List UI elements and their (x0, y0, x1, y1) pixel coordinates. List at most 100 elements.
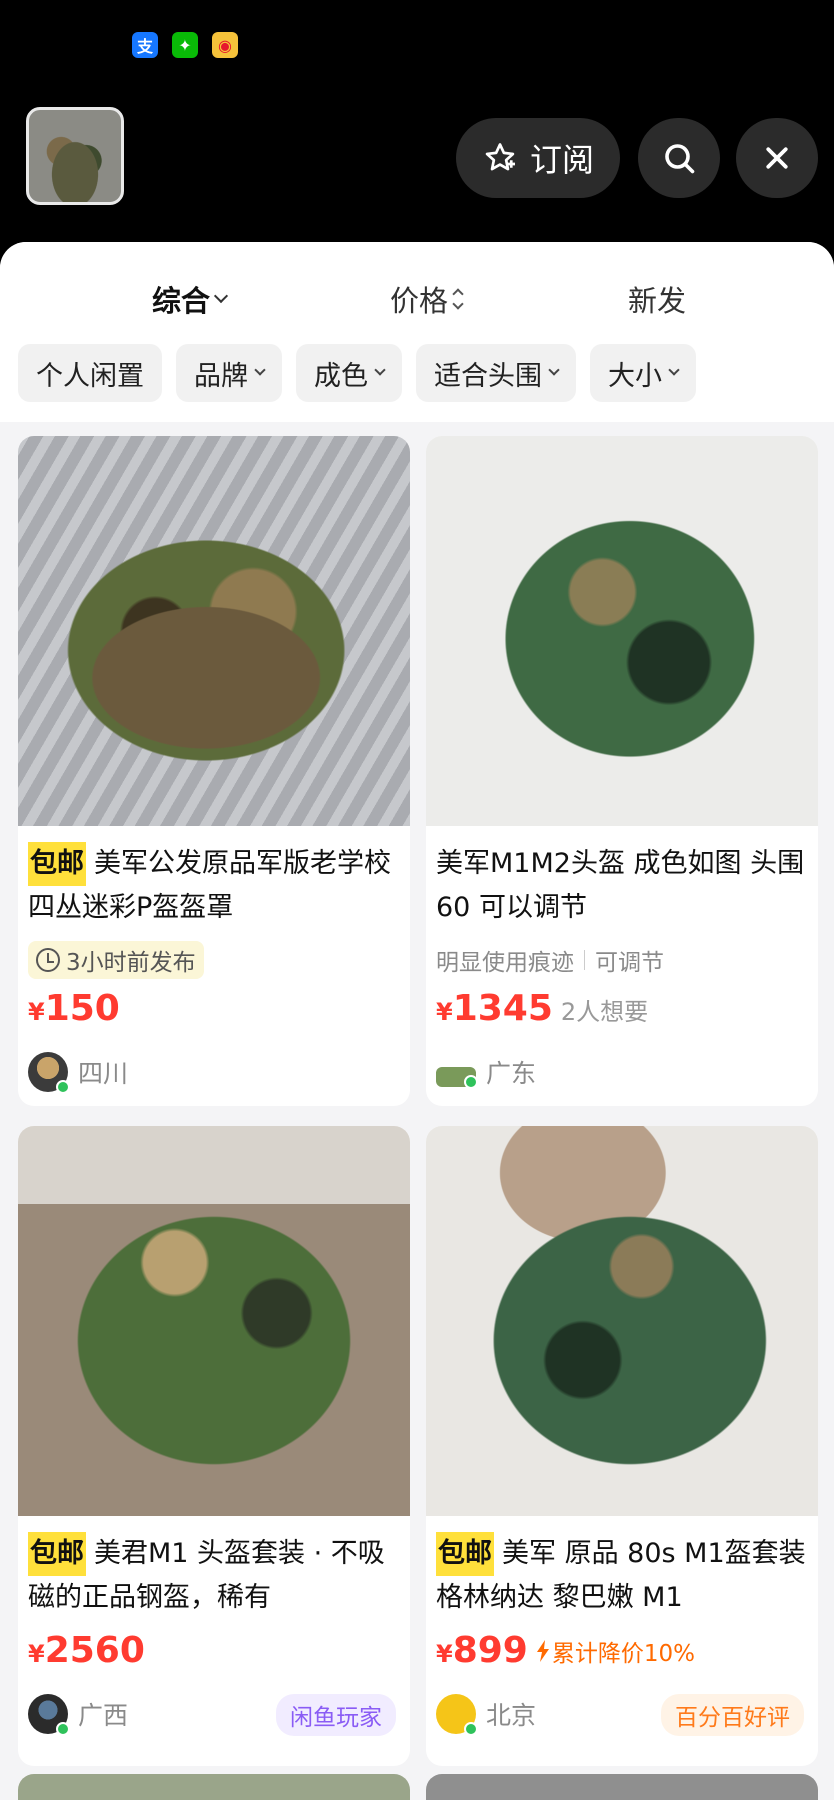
subscribe-button[interactable]: 订阅 (456, 118, 620, 198)
filter-label: 适合头围 (434, 360, 542, 392)
product-title-text: 美军M1M2头盔 成色如图 头围60 可以调节 (436, 848, 805, 923)
close-button[interactable] (736, 118, 818, 198)
product-card[interactable]: 包邮 美军 原品 80s M1盔套装 格林纳达 黎巴嫩 M1 ¥899 累计降价1… (426, 1126, 818, 1766)
price: ¥1345 (436, 988, 553, 1029)
avatar[interactable] (436, 1694, 478, 1736)
results-sheet: 综合 价格 新发 个人闲置 品牌 成色 适合头围 大小 包邮 美军公发原品军版老… (0, 242, 834, 1800)
online-dot (56, 1722, 70, 1736)
filter-label: 品牌 (194, 360, 248, 392)
product-card[interactable]: 美军M1M2头盔 成色如图 头围60 可以调节 明显使用痕迹 可调节 ¥1345… (426, 436, 818, 1106)
sort-updown-icon (452, 288, 464, 310)
price: ¥2560 (28, 1630, 145, 1671)
online-dot (56, 1080, 70, 1094)
product-title: 包邮 美君M1 头盔套装 · 不吸磁的正品钢盔，稀有 (28, 1532, 400, 1620)
search-image-thumbnail[interactable] (26, 107, 124, 205)
price-drop-text: 累计降价10% (551, 1641, 695, 1667)
attribute-label: 可调节 (595, 950, 664, 976)
price-row: ¥1345 2人想要 (436, 988, 808, 1038)
chevron-down-icon (374, 364, 386, 376)
sort-bar: 综合 价格 新发 (0, 266, 834, 332)
search-button[interactable] (638, 118, 720, 198)
price-row: ¥150 (28, 988, 400, 1038)
product-card[interactable]: 包邮 美君M1 头盔套装 · 不吸磁的正品钢盔，稀有 ¥2560 广西 闲鱼玩家 (18, 1126, 410, 1766)
chevron-down-icon (548, 364, 560, 376)
sort-newest[interactable]: 新发 (628, 266, 686, 332)
xianyu-player-badge: 闲鱼玩家 (276, 1694, 396, 1736)
product-image[interactable] (18, 1126, 410, 1516)
price-value: 2560 (44, 1630, 145, 1671)
avatar[interactable] (28, 1694, 70, 1736)
filter-brand[interactable]: 品牌 (176, 344, 282, 402)
seller-location: 北京 (486, 1701, 537, 1730)
wechat-icon: ✦ (172, 32, 198, 58)
sort-newest-label: 新发 (628, 284, 687, 318)
chevron-down-icon (213, 288, 229, 304)
subscribe-label: 订阅 (529, 141, 594, 179)
online-dot (464, 1722, 478, 1736)
sort-composite[interactable]: 综合 (152, 266, 229, 332)
avatar[interactable] (436, 1067, 478, 1089)
close-icon (766, 147, 788, 169)
seller-row[interactable]: 北京 百分百好评 (436, 1692, 808, 1736)
free-shipping-tag: 包邮 (28, 842, 86, 886)
currency-symbol: ¥ (436, 1640, 453, 1668)
free-shipping-tag: 包邮 (436, 1532, 494, 1576)
filter-label: 个人闲置 (36, 360, 144, 392)
price-row: ¥899 累计降价10% (436, 1630, 808, 1680)
filter-head-size[interactable]: 适合头围 (416, 344, 576, 402)
product-title: 美军M1M2头盔 成色如图 头围60 可以调节 (436, 842, 808, 930)
price: ¥150 (28, 988, 120, 1029)
positive-review-badge: 百分百好评 (661, 1694, 804, 1736)
currency-symbol: ¥ (28, 998, 45, 1026)
price-value: 150 (44, 988, 120, 1029)
product-meta: 3小时前发布 (28, 941, 400, 979)
product-image[interactable] (18, 436, 410, 826)
chevron-down-icon (668, 364, 680, 376)
filter-header: 综合 价格 新发 个人闲置 品牌 成色 适合头围 大小 (0, 242, 834, 422)
seller-location: 广东 (486, 1059, 537, 1088)
clock-icon (36, 948, 60, 972)
product-card-peek[interactable] (18, 1774, 410, 1800)
currency-symbol: ¥ (28, 1640, 45, 1668)
avatar[interactable] (28, 1052, 70, 1094)
seller-row[interactable]: 四川 (28, 1050, 400, 1094)
status-bar: 支 ✦ ◉ (132, 32, 238, 58)
chevron-down-icon (254, 364, 266, 376)
product-image[interactable] (426, 1126, 818, 1516)
attribute-label: 明显使用痕迹 (436, 950, 574, 976)
product-attributes: 明显使用痕迹 可调节 (436, 942, 808, 978)
filter-condition[interactable]: 成色 (296, 344, 402, 402)
price-value: 1345 (452, 988, 553, 1029)
divider (584, 950, 585, 970)
seller-row[interactable]: 广东 (436, 1050, 808, 1094)
time-badge-text: 3小时前发布 (66, 950, 196, 976)
online-dot (464, 1075, 478, 1089)
filter-label: 大小 (608, 360, 662, 392)
filter-personal-idle[interactable]: 个人闲置 (18, 344, 162, 402)
seller-row[interactable]: 广西 闲鱼玩家 (28, 1692, 400, 1736)
sort-price[interactable]: 价格 (390, 266, 464, 332)
filter-size[interactable]: 大小 (590, 344, 696, 402)
currency-symbol: ¥ (436, 998, 453, 1026)
sort-composite-label: 综合 (152, 284, 211, 318)
free-shipping-tag: 包邮 (28, 1532, 86, 1576)
time-badge: 3小时前发布 (28, 941, 204, 979)
price-value: 899 (452, 1630, 528, 1671)
product-title: 包邮 美军 原品 80s M1盔套装 格林纳达 黎巴嫩 M1 (436, 1532, 808, 1620)
alipay-icon: 支 (132, 32, 158, 58)
price-row: ¥2560 (28, 1630, 400, 1680)
subscribe-star-icon (485, 143, 515, 171)
product-title: 包邮 美军公发原品军版老学校四丛迷彩P盔盔罩 (28, 842, 400, 930)
product-card[interactable]: 包邮 美军公发原品军版老学校四丛迷彩P盔盔罩 3小时前发布 ¥150 四川 (18, 436, 410, 1106)
filter-label: 成色 (314, 360, 368, 392)
product-card-peek[interactable] (426, 1774, 818, 1800)
lightning-icon (536, 1640, 549, 1662)
price: ¥899 (436, 1630, 528, 1671)
weibo-icon: ◉ (212, 32, 238, 58)
price-drop: 累计降价10% (536, 1634, 695, 1668)
seller-location: 广西 (78, 1701, 129, 1730)
sort-price-label: 价格 (390, 284, 449, 318)
want-count: 2人想要 (560, 998, 649, 1026)
product-image[interactable] (426, 436, 818, 826)
search-icon (665, 144, 695, 174)
